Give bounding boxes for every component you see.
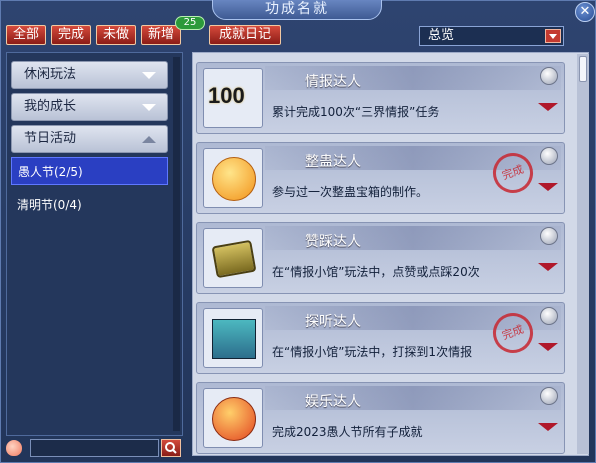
laugh-face-icon — [203, 388, 263, 448]
subcategory-qingming[interactable]: 清明节(0/4) — [11, 191, 168, 219]
subcategory-april-fools[interactable]: 愚人节(2/5) — [11, 157, 168, 185]
achievement-card[interactable]: ~ 探听达人 在“情报小馆”玩法中，打探到1次情报 完成 — [196, 302, 565, 374]
achievement-name: 探听达人 — [305, 314, 361, 330]
medal-icon — [540, 147, 558, 165]
achievement-desc: 在“情报小馆”玩法中，点赞或点踩20次 — [272, 265, 480, 279]
expand-arrow-icon[interactable] — [538, 103, 558, 111]
search-button[interactable] — [161, 439, 181, 457]
category-label: 我的成长 — [24, 99, 77, 114]
hundred-icon-text: 100 — [208, 83, 245, 108]
achievement-card[interactable]: ~ 赞踩达人 在“情报小馆”玩法中，点赞或点踩20次 — [196, 222, 565, 294]
overview-dropdown[interactable]: 总览 — [419, 26, 564, 46]
category-label: 休闲玩法 — [24, 67, 77, 82]
category-panel: 休闲玩法 我的成长 节日活动 愚人节(2/5) 清明节(0/4) — [6, 52, 183, 436]
filter-completed-button[interactable]: 完成 — [51, 25, 91, 45]
category-growth[interactable]: 我的成长 — [11, 93, 168, 121]
left-scrollbar[interactable] — [173, 57, 180, 431]
dropdown-arrow-icon[interactable] — [545, 29, 561, 43]
achievement-name: 整蛊达人 — [305, 154, 361, 170]
achievement-diary-button[interactable]: 成就日记 — [209, 25, 281, 45]
achievement-desc: 参与过一次整蛊宝箱的制作。 — [272, 185, 429, 199]
expand-arrow-icon[interactable] — [538, 183, 558, 191]
filter-undone-button[interactable]: 未做 — [96, 25, 136, 45]
gossip-people-icon — [203, 308, 263, 368]
achievement-desc: 在“情报小馆”玩法中，打探到1次情报 — [272, 345, 473, 359]
medal-icon — [540, 307, 558, 325]
achievement-card[interactable]: ~ 娱乐达人 完成2023愚人节所有子成就 — [196, 382, 565, 454]
achievement-name: 情报达人 — [305, 74, 361, 90]
treasure-chest-icon — [203, 228, 263, 288]
category-festival[interactable]: 节日活动 — [11, 125, 168, 153]
medal-icon — [540, 67, 558, 85]
expand-arrow-icon[interactable] — [538, 343, 558, 351]
close-button[interactable]: ✕ — [575, 2, 595, 22]
window-title: 功成名就 — [212, 0, 382, 20]
filter-new-button[interactable]: 新增 — [141, 25, 181, 45]
dropdown-value: 总览 — [428, 28, 455, 43]
achievement-card[interactable]: ~ 100 情报达人 累计完成100次“三界情报”任务 — [196, 62, 565, 134]
grin-face-icon — [203, 148, 263, 208]
category-label: 节日活动 — [24, 131, 77, 146]
right-scrollbar-thumb[interactable] — [579, 56, 587, 82]
medal-icon — [540, 387, 558, 405]
chevron-down-icon — [142, 104, 156, 111]
achievement-name: 赞踩达人 — [305, 234, 361, 250]
search-input[interactable] — [30, 439, 159, 457]
peach-icon — [6, 440, 22, 456]
achievement-name: 娱乐达人 — [305, 394, 361, 410]
hundred-icon: 100 — [203, 68, 263, 128]
medal-icon — [540, 227, 558, 245]
expand-arrow-icon[interactable] — [538, 423, 558, 431]
category-leisure[interactable]: 休闲玩法 — [11, 61, 168, 89]
expand-arrow-icon[interactable] — [538, 263, 558, 271]
achievement-desc: 完成2023愚人节所有子成就 — [272, 425, 423, 439]
close-icon: ✕ — [579, 4, 591, 19]
search-icon — [165, 442, 177, 454]
achievement-card[interactable]: ~ 整蛊达人 参与过一次整蛊宝箱的制作。 完成 — [196, 142, 565, 214]
achievement-desc: 累计完成100次“三界情报”任务 — [272, 105, 440, 119]
new-count-badge: 25 — [175, 16, 205, 30]
chevron-down-icon — [142, 72, 156, 79]
filter-all-button[interactable]: 全部 — [6, 25, 46, 45]
chevron-up-icon — [142, 136, 156, 143]
right-scrollbar[interactable] — [577, 54, 589, 454]
